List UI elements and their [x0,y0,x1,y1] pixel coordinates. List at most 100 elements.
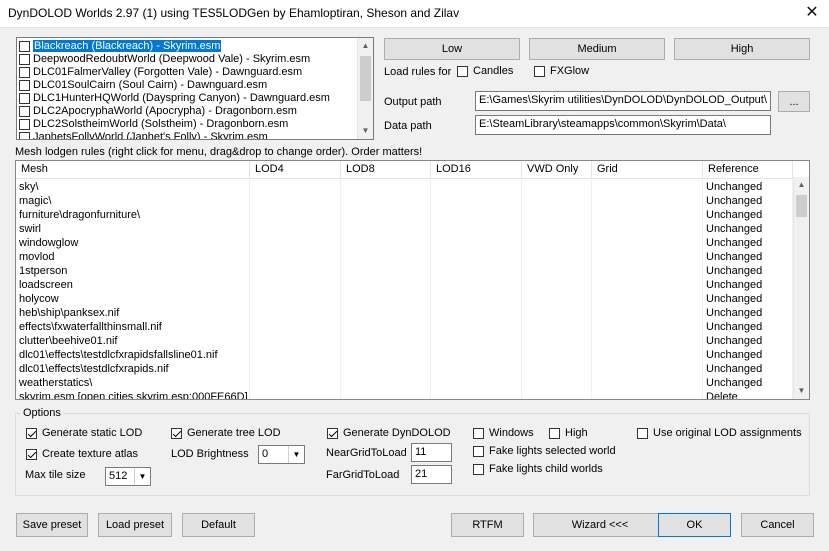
near-grid-field[interactable]: 11 [411,443,452,462]
table-row[interactable]: dlc01\effects\testdlcfxrapidsfallsline01… [16,348,793,362]
scroll-thumb[interactable] [360,56,371,101]
generate-tree-lod-box[interactable] [171,427,182,439]
fake-lights-selected-box[interactable] [473,445,484,457]
table-row[interactable]: magic\ Unchanged [16,194,793,208]
column-header-lod8[interactable]: LOD8 [341,161,431,179]
column-header-vwd-only[interactable]: VWD Only [522,161,592,179]
column-header-mesh[interactable]: Mesh [16,161,250,179]
world-list-item[interactable]: DLC1HunterHQWorld (Dayspring Canyon) - D… [19,92,330,105]
table-row[interactable]: swirl Unchanged [16,222,793,236]
default-button[interactable]: Default [182,513,255,537]
world-list-item[interactable]: DLC01SoulCairn (Soul Cairn) - Dawnguard.… [19,79,267,92]
world-checkbox[interactable] [19,40,30,52]
table-row[interactable]: windowglow Unchanged [16,236,793,250]
use-original-lod-box[interactable] [637,427,648,439]
table-row[interactable]: effects\fxwaterfallthinsmall.nif Unchange… [16,320,793,334]
scroll-down-icon[interactable]: ▼ [358,123,373,139]
column-header-lod4[interactable]: LOD4 [250,161,341,179]
world-list-item[interactable]: DLC2SolstheimWorld (Solstheim) - Dragonb… [19,118,288,131]
generate-dyndolod-box[interactable] [327,427,338,439]
cell-mesh: 1stperson [16,264,250,278]
fxglow-checkbox[interactable]: FXGlow [534,65,589,77]
lod-brightness-label: LOD Brightness [171,448,249,460]
ok-button[interactable]: OK [658,513,731,537]
table-row[interactable]: dlc01\effects\testdlcfxrapids.nif Unchang… [16,362,793,376]
use-original-lod-checkbox[interactable]: Use original LOD assignments [637,427,802,439]
cell-lod16 [431,236,522,250]
world-list-item[interactable]: DLC01FalmerValley (Forgotten Vale) - Daw… [19,66,302,79]
world-checkbox[interactable] [19,131,30,139]
wizard-button[interactable]: Wizard <<< [533,513,667,537]
table-row[interactable]: skyrim.esm [open cities skyrim.esp:000FE… [16,390,793,399]
table-row[interactable]: weatherstatics\ Unchanged [16,376,793,390]
world-checkbox[interactable] [19,105,30,117]
preset-low-button[interactable]: Low [384,38,520,60]
fxglow-checkbox-box[interactable] [534,65,545,77]
scroll-up-icon[interactable]: ▲ [358,38,373,54]
output-path-field[interactable]: E:\Games\Skyrim utilities\DynDOLOD\DynDO… [475,91,771,111]
cell-grid [592,320,703,334]
world-list-item[interactable]: JaphetsFollyWorld (Japhet's Folly) - Sky… [19,131,268,139]
rules-scroll-up-icon[interactable]: ▲ [794,177,809,193]
browse-button[interactable]: ... [778,91,810,112]
generate-dyndolod-checkbox[interactable]: Generate DynDOLOD [327,427,451,439]
data-path-field[interactable]: E:\SteamLibrary\steamapps\common\Skyrim\… [475,115,771,135]
load-preset-button[interactable]: Load preset [98,513,172,537]
rules-scrollbar[interactable]: ▲ ▼ [793,177,809,399]
world-list-item[interactable]: DeepwoodRedoubtWorld (Deepwood Vale) - S… [19,53,310,66]
generate-tree-lod-checkbox[interactable]: Generate tree LOD [171,427,281,439]
world-checkbox[interactable] [19,92,30,104]
candles-checkbox-box[interactable] [457,65,468,77]
fake-lights-selected-checkbox[interactable]: Fake lights selected world [473,445,616,457]
max-tile-select[interactable]: 512 ▼ [105,467,151,486]
fake-lights-child-box[interactable] [473,463,484,475]
save-preset-button[interactable]: Save preset [16,513,88,537]
table-row[interactable]: clutter\beehive01.nif Unchanged [16,334,793,348]
lod-brightness-select[interactable]: 0 ▼ [258,445,305,464]
cancel-button[interactable]: Cancel [741,513,814,537]
cell-vwd-only [522,236,592,250]
rules-scroll-thumb[interactable] [796,195,807,217]
world-list-item[interactable]: Blackreach (Blackreach) - Skyrim.esm [19,40,222,53]
world-checkbox[interactable] [19,79,30,91]
table-row[interactable]: holycow Unchanged [16,292,793,306]
create-texture-atlas-box[interactable] [26,448,37,460]
cell-mesh: clutter\beehive01.nif [16,334,250,348]
table-row[interactable]: 1stperson Unchanged [16,264,793,278]
generate-static-lod-box[interactable] [26,427,37,439]
preset-medium-button[interactable]: Medium [529,38,665,60]
generate-static-lod-checkbox[interactable]: Generate static LOD [26,427,142,439]
windows-box[interactable] [473,427,484,439]
table-row[interactable]: furniture\dragonfurniture\ Unchanged [16,208,793,222]
windows-checkbox[interactable]: Windows [473,427,534,439]
cell-vwd-only [522,264,592,278]
column-header-lod16[interactable]: LOD16 [431,161,522,179]
chevron-down-icon[interactable]: ▼ [134,468,150,485]
chevron-down-icon[interactable]: ▼ [288,446,304,463]
create-texture-atlas-checkbox[interactable]: Create texture atlas [26,448,138,460]
world-checkbox[interactable] [19,53,30,65]
column-header-reference[interactable]: Reference [703,161,793,179]
candles-checkbox[interactable]: Candles [457,65,513,77]
close-icon[interactable]: ✕ [795,0,829,28]
column-header-grid[interactable]: Grid [592,161,703,179]
high-box[interactable] [549,427,560,439]
world-checkbox[interactable] [19,118,30,130]
fake-lights-child-checkbox[interactable]: Fake lights child worlds [473,463,603,475]
table-row[interactable]: sky\ Unchanged [16,180,793,194]
mesh-rules-grid[interactable]: Mesh LOD4 LOD8 LOD16 VWD Only Grid Reference s… [15,160,810,400]
preset-high-button[interactable]: High [674,38,810,60]
worlds-list[interactable]: Blackreach (Blackreach) - Skyrim.esm Deep… [16,37,374,140]
rules-scroll-down-icon[interactable]: ▼ [794,383,809,399]
far-grid-field[interactable]: 21 [411,465,452,484]
cell-vwd-only [522,320,592,334]
world-list-item[interactable]: DLC2ApocryphaWorld (Apocrypha) - Dragonb… [19,105,297,118]
rtfm-button[interactable]: RTFM [451,513,524,537]
world-checkbox[interactable] [19,66,30,78]
cell-grid [592,292,703,306]
table-row[interactable]: loadscreen Unchanged [16,278,793,292]
table-row[interactable]: movlod Unchanged [16,250,793,264]
worlds-scrollbar[interactable]: ▲ ▼ [357,38,373,139]
table-row[interactable]: heb\ship\panksex.nif Unchanged [16,306,793,320]
high-checkbox[interactable]: High [549,427,588,439]
